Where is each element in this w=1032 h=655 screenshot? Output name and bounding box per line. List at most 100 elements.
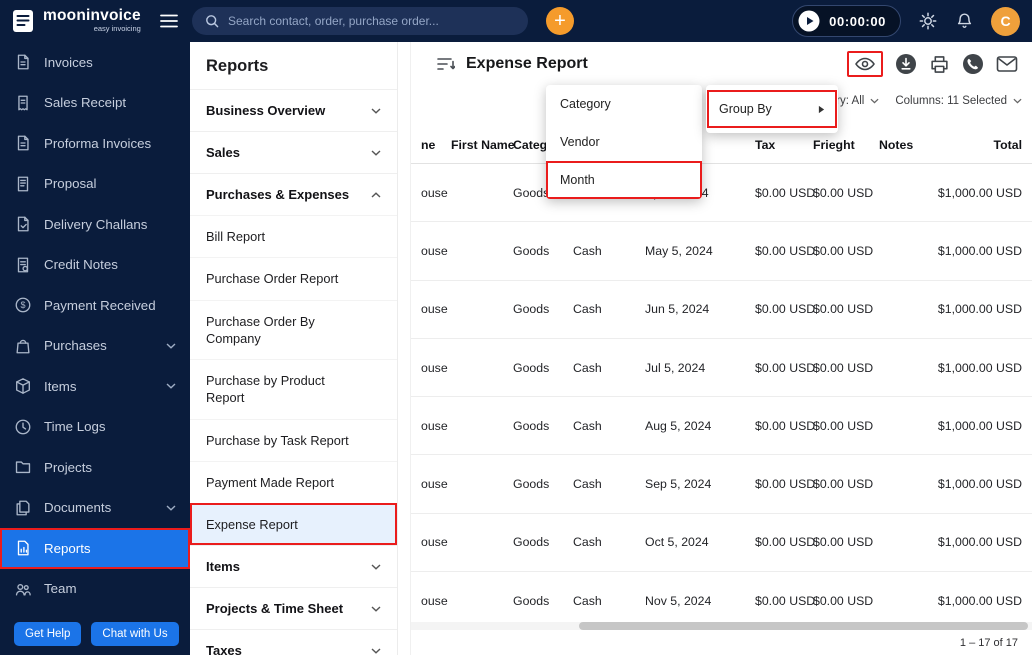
eye-icon[interactable] (854, 55, 876, 73)
get-help-button[interactable]: Get Help (14, 622, 82, 646)
column-header[interactable]: Frieght (813, 138, 879, 152)
sidebar-item-credit-notes[interactable]: Credit Notes (0, 245, 190, 286)
menu-item-group-by[interactable]: Group By (707, 90, 837, 128)
team-icon (14, 580, 32, 598)
sidebar-item-documents[interactable]: Documents (0, 488, 190, 529)
sidebar-item-invoices[interactable]: Invoices (0, 42, 190, 83)
report-item-payment-made-report[interactable]: Payment Made Report (190, 460, 397, 503)
table-cell: Goods (513, 477, 550, 492)
hamburger-icon[interactable] (160, 14, 178, 28)
sidebar-item-projects[interactable]: Projects (0, 447, 190, 488)
download-icon[interactable] (895, 53, 917, 75)
table-cell: Cash (573, 243, 602, 258)
sidebar-item-label: Payment Received (44, 297, 156, 313)
sidebar-item-label: Delivery Challans (44, 216, 148, 232)
reports-section-taxes[interactable]: Taxes (190, 629, 397, 655)
submenu-item-vendor[interactable]: Vendor (546, 123, 702, 161)
sidebar-item-items[interactable]: Items (0, 366, 190, 407)
sidebar-item-label: Reports (44, 540, 91, 556)
bell-icon[interactable] (955, 11, 974, 31)
section-label: Taxes (206, 643, 242, 655)
mail-icon[interactable] (996, 55, 1018, 73)
table-row[interactable]: ouse Goods Cash Jun 5, 2024 $0.00 USD $0.00 U… (411, 281, 1032, 339)
table-cell: Goods (513, 302, 550, 317)
gear-icon[interactable] (918, 11, 938, 31)
add-button[interactable]: + (546, 7, 574, 35)
submenu-item-category[interactable]: Category (546, 85, 702, 123)
context-menu: Group By (706, 85, 838, 133)
main-content: Expense Report Category: All (410, 42, 1032, 655)
reports-section-business-overview[interactable]: Business Overview (190, 89, 397, 131)
horizontal-scrollbar-thumb[interactable] (579, 622, 1028, 630)
avatar[interactable]: C (991, 6, 1020, 36)
table-row[interactable]: ouse Goods Cash Jul 5, 2024 $0.00 USD $0.00 U… (411, 339, 1032, 398)
search-input[interactable] (228, 14, 516, 28)
table-cell: Jun 5, 2024 (645, 302, 710, 317)
reports-panel-title: Reports (206, 57, 269, 75)
table-cell: Goods (513, 418, 550, 433)
reports-section-items[interactable]: Items (190, 545, 397, 587)
report-item-purchase-order-report[interactable]: Purchase Order Report (190, 257, 397, 299)
proposal-icon (14, 175, 32, 193)
report-item-purchase-by-task-report[interactable]: Purchase by Task Report (190, 418, 397, 461)
column-header[interactable]: ne (421, 138, 451, 152)
report-item-label: Payment Made Report (206, 474, 335, 490)
mooninvoice-logo-icon (10, 8, 36, 34)
column-header[interactable]: Total (929, 138, 1022, 152)
table-row[interactable]: ouse Goods Cash May 5, 2024 $0.00 USD $0.00 U… (411, 222, 1032, 281)
table-row[interactable]: ouse Goods Cash Aug 5, 2024 $0.00 USD $0.00 U… (411, 397, 1032, 456)
sidebar-item-team[interactable]: Team (0, 569, 190, 610)
sidebar-item-reports[interactable]: Reports (0, 528, 190, 569)
table-cell: Goods (513, 360, 550, 375)
table-cell: ouse (421, 418, 448, 433)
chevron-down-icon (371, 149, 381, 156)
table-cell: Nov 5, 2024 (645, 593, 712, 608)
print-icon[interactable] (929, 54, 950, 75)
report-item-purchase-order-by-company[interactable]: Purchase Order By Company (190, 299, 397, 360)
sidebar-item-proforma-invoices[interactable]: Proforma Invoices (0, 123, 190, 164)
reports-section-sales[interactable]: Sales (190, 131, 397, 173)
table-row[interactable]: ouse Goods Cash Oct 5, 2024 $0.00 USD $0.00 U… (411, 514, 1032, 573)
section-label: Sales (206, 145, 240, 160)
sidebar-nav: Invoices Sales Receipt Proforma Invoices Pr… (0, 42, 190, 655)
logo-title: mooninvoice (43, 7, 141, 24)
report-item-label: Expense Report (206, 517, 298, 533)
play-icon[interactable] (797, 9, 821, 33)
table-cell: $1,000.00 USD (937, 185, 1022, 200)
sidebar-item-sales-receipt[interactable]: Sales Receipt (0, 83, 190, 124)
table-cell: Cash (573, 535, 602, 550)
column-header[interactable]: Notes (879, 138, 929, 152)
sidebar-item-time-logs[interactable]: Time Logs (0, 407, 190, 448)
sidebar-item-label: Purchases (44, 338, 107, 354)
table-cell: $0.00 USD (813, 593, 874, 608)
table-row[interactable]: ouseGoodsCashApr 5, 2024$0.00 USD$0.00 U… (411, 164, 1032, 223)
timer-widget[interactable]: 00:00:00 (792, 5, 901, 37)
chat-with-us-button[interactable]: Chat with Us (91, 622, 179, 646)
global-search (192, 7, 528, 35)
sidebar-item-delivery-challans[interactable]: Delivery Challans (0, 204, 190, 245)
column-header[interactable]: Tax (755, 138, 813, 152)
chevron-down-icon (166, 505, 176, 511)
group-by-submenu: Category Vendor Month (546, 85, 702, 199)
report-item-purchase-by-product-report[interactable]: Purchase by Product Report (190, 359, 397, 419)
sidebar-item-proposal[interactable]: Proposal (0, 164, 190, 205)
columns-filter[interactable]: Columns: 11 Selected (895, 95, 1022, 107)
sidebar-item-payment-received[interactable]: $ Payment Received (0, 285, 190, 326)
submenu-item-month[interactable]: Month (546, 161, 702, 199)
report-item-expense-report[interactable]: Expense Report (190, 503, 397, 546)
table-cell: ouse (421, 185, 448, 200)
reports-section-projects-time-sheet[interactable]: Projects & Time Sheet (190, 587, 397, 629)
table-cell: $0.00 USD (813, 477, 874, 492)
app-logo[interactable]: mooninvoice easy invoicing (10, 8, 156, 34)
report-item-bill-report[interactable]: Bill Report (190, 215, 397, 257)
whatsapp-icon[interactable] (962, 53, 984, 75)
sidebar-item-label: Items (44, 378, 77, 394)
sort-icon[interactable] (437, 57, 455, 71)
reports-section-purchases-expenses[interactable]: Purchases & Expenses (190, 173, 397, 215)
sidebar-item-label: Credit Notes (44, 257, 118, 273)
chevron-down-icon (371, 606, 381, 612)
sidebar-item-purchases[interactable]: Purchases (0, 326, 190, 367)
receipt-icon (14, 94, 32, 112)
column-header[interactable]: First Name (451, 138, 515, 152)
table-row[interactable]: ouse Goods Cash Sep 5, 2024 $0.00 USD $0.00 U… (411, 455, 1032, 514)
